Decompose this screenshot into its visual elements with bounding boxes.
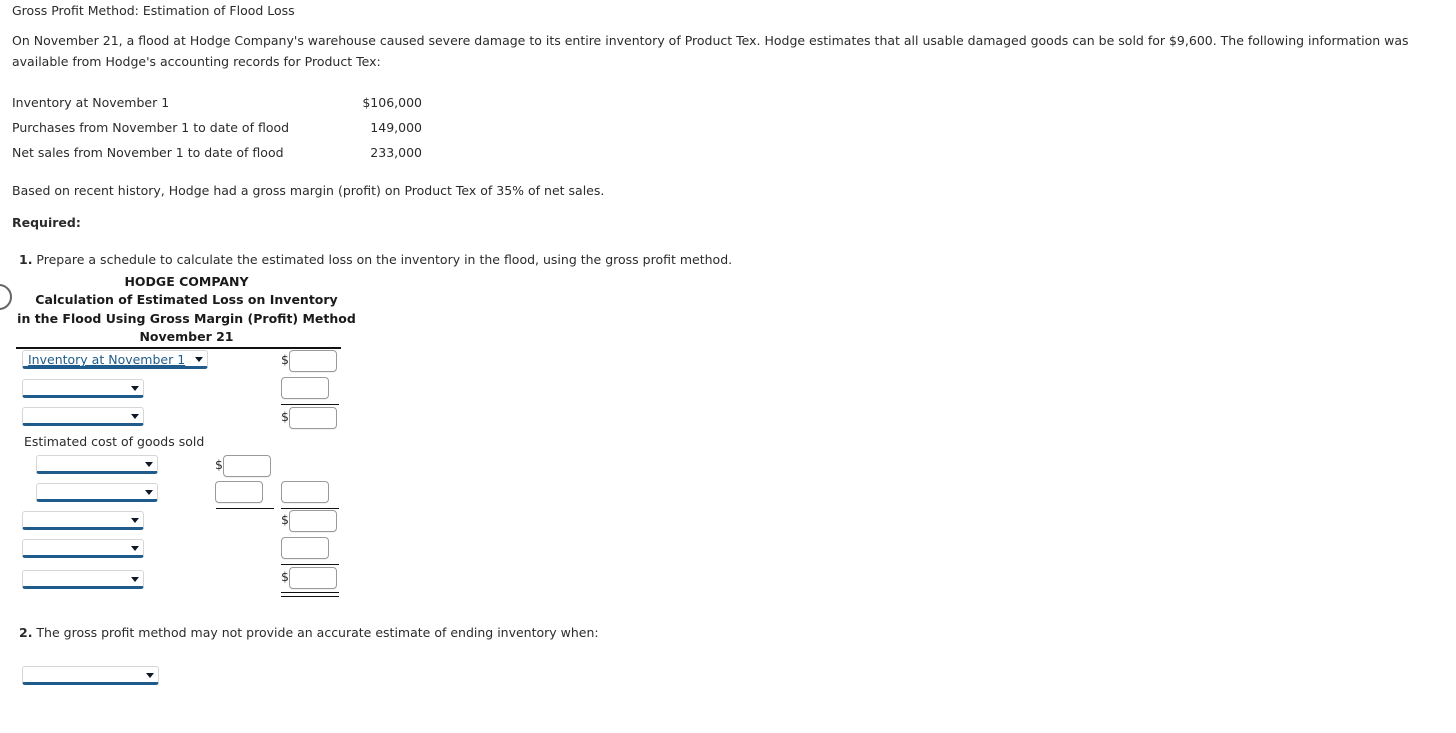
line-item-select-3[interactable] <box>22 407 144 426</box>
chevron-down-icon <box>195 356 203 362</box>
amount-input-r3c3[interactable] <box>289 407 337 429</box>
chevron-down-icon <box>131 545 139 551</box>
answer-2-select[interactable] <box>22 666 159 685</box>
amount-input-r9c3[interactable] <box>289 567 337 589</box>
dollar-sign: $ <box>281 352 289 367</box>
line-item-select-6[interactable] <box>22 511 144 530</box>
worksheet-row-9 <box>22 570 144 597</box>
worksheet-title-date: November 21 <box>139 328 234 344</box>
worksheet-panel: HODGE COMPANY Calculation of Estimated L… <box>0 273 360 346</box>
amount-input-r7c3[interactable] <box>289 510 337 532</box>
dollar-sign: $ <box>215 457 223 472</box>
table-row: Purchases from November 1 to date of flo… <box>12 115 422 140</box>
fact-label: Purchases from November 1 to date of flo… <box>12 120 290 135</box>
worksheet-row-8 <box>22 539 144 566</box>
worksheet-title-line2: Calculation of Estimated Loss on Invento… <box>35 292 338 308</box>
line-item-select-4[interactable] <box>36 455 158 474</box>
worksheet-row-3 <box>22 407 144 434</box>
amount-input-r2c3[interactable] <box>281 377 329 399</box>
fact-label: Inventory at November 1 <box>12 95 170 110</box>
question-1-text: Prepare a schedule to calculate the esti… <box>32 252 733 267</box>
table-row: Inventory at November 1 $106,000 <box>12 90 422 115</box>
subtotal-rule-c3-a <box>281 404 339 405</box>
subtotal-rule-c3-c <box>281 564 339 565</box>
line-item-select-8[interactable] <box>22 570 144 589</box>
line-item-select-7[interactable] <box>22 539 144 558</box>
question-1-number: 1. <box>19 252 33 267</box>
chevron-down-icon <box>146 672 154 678</box>
amount-input-r8c3[interactable] <box>281 537 329 559</box>
fact-label: Net sales from November 1 to date of flo… <box>12 145 284 160</box>
dollar-sign: $ <box>281 569 289 584</box>
line-item-select-1-value: Inventory at November 1 <box>28 352 186 367</box>
estimated-cogs-label: Estimated cost of goods sold <box>24 434 205 449</box>
question-2-text: The gross profit method may not provide … <box>32 625 599 640</box>
chevron-down-icon <box>131 413 139 419</box>
amount-input-r6c2[interactable] <box>215 481 263 503</box>
chevron-down-icon <box>145 461 153 467</box>
amount-input-r5c2[interactable] <box>223 455 271 477</box>
fact-amount: 149,000 <box>370 120 422 135</box>
worksheet-title-line3: in the Flood Using Gross Margin (Profit)… <box>17 310 356 326</box>
dollar-sign: $ <box>281 512 289 527</box>
chevron-down-icon <box>131 385 139 391</box>
chevron-down-icon <box>131 576 139 582</box>
line-item-select-1[interactable]: Inventory at November 1 <box>22 350 208 369</box>
subtotal-rule-c3-b <box>281 508 339 509</box>
amount-input-r1c3[interactable] <box>289 350 337 372</box>
worksheet-row-1: Inventory at November 1 <box>22 350 208 377</box>
worksheet-row-6 <box>36 483 158 510</box>
worksheet-row-7 <box>22 511 144 538</box>
question-2-number: 2. <box>19 625 33 640</box>
line-item-select-5[interactable] <box>36 483 158 502</box>
line-item-select-2[interactable] <box>22 379 144 398</box>
worksheet-row-2 <box>22 379 144 406</box>
gross-margin-note: Based on recent history, Hodge had a gro… <box>12 183 605 198</box>
subtotal-rule-c2 <box>216 508 274 509</box>
question-1: 1. Prepare a schedule to calculate the e… <box>19 249 732 270</box>
intro-paragraph: On November 21, a flood at Hodge Company… <box>12 33 1409 69</box>
fact-amount: 233,000 <box>370 145 422 160</box>
chevron-down-icon <box>131 517 139 523</box>
fact-amount: $106,000 <box>362 95 422 110</box>
dollar-sign: $ <box>281 409 289 424</box>
grand-total-double-rule <box>281 592 339 597</box>
facts-table: Inventory at November 1 $106,000 Purchas… <box>12 90 422 165</box>
chevron-down-icon <box>145 489 153 495</box>
worksheet-row-5 <box>36 455 158 482</box>
worksheet-title-company: HODGE COMPANY <box>124 274 249 289</box>
page-title: Gross Profit Method: Estimation of Flood… <box>12 3 295 18</box>
worksheet-top-rule <box>16 347 341 349</box>
worksheet-row-answer-2 <box>22 666 159 693</box>
amount-input-r6c3[interactable] <box>281 481 329 503</box>
required-label: Required: <box>12 215 81 230</box>
question-2: 2. The gross profit method may not provi… <box>19 622 599 643</box>
table-row: Net sales from November 1 to date of flo… <box>12 140 422 165</box>
